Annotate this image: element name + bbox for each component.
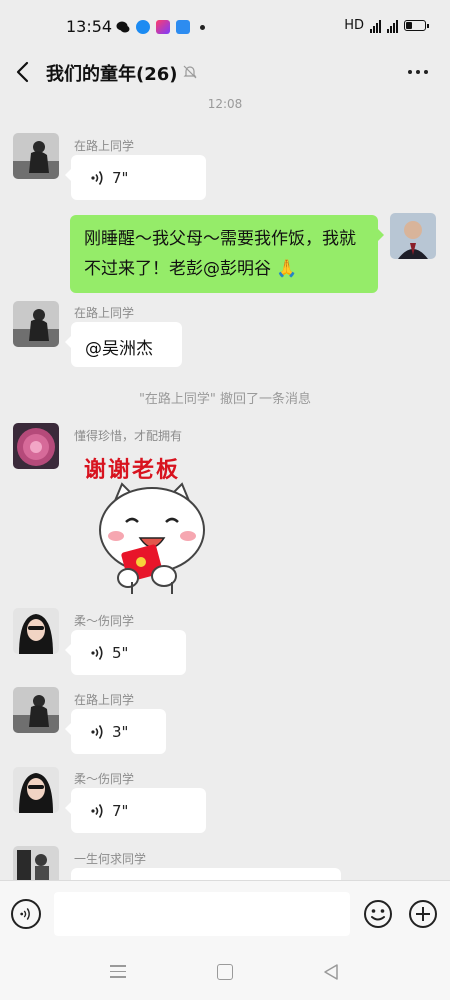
voice-wave-icon <box>91 645 103 660</box>
voice-message-bubble[interactable]: 5" <box>65 630 186 675</box>
chat-title: 我们的童年(26) <box>46 64 178 85</box>
voice-duration: 3" <box>112 722 129 741</box>
cloud-app-icon <box>176 20 190 34</box>
sender-name: 在路上同学 <box>74 306 135 320</box>
notification-icons <box>116 20 205 34</box>
sender-name: 在路上同学 <box>74 139 135 153</box>
hd-label: HD <box>344 18 364 33</box>
input-bar <box>0 880 450 946</box>
avatar[interactable] <box>13 301 59 347</box>
sender-name: 懂得珍惜，才配拥有 <box>74 429 183 443</box>
sender-name: 一生何求同学 <box>74 852 147 866</box>
status-bar: 13:54 HD <box>0 0 450 56</box>
signal-icon-2 <box>387 19 398 33</box>
status-indicators: HD <box>344 18 429 33</box>
sender-name: 柔～伤同学 <box>74 772 135 786</box>
sender-name: 柔～伤同学 <box>74 614 135 628</box>
status-time: 13:54 <box>66 17 113 36</box>
message-text: @吴洲杰 <box>85 339 153 359</box>
voice-duration: 7" <box>112 168 129 187</box>
emoji-button-icon[interactable] <box>363 899 393 929</box>
browser-icon <box>136 20 150 34</box>
wechat-icon <box>116 21 130 33</box>
voice-duration: 7" <box>112 801 129 820</box>
more-functions-plus-icon[interactable] <box>408 899 438 929</box>
voice-message-bubble[interactable]: 7" <box>65 155 206 200</box>
avatar[interactable] <box>13 133 59 179</box>
voice-duration: 5" <box>112 643 129 662</box>
message-input[interactable] <box>54 892 350 936</box>
more-notifications-icon <box>200 24 205 30</box>
voice-wave-icon <box>20 908 30 920</box>
voice-message-bubble[interactable] <box>65 868 341 894</box>
more-options-icon[interactable] <box>408 70 428 74</box>
voice-wave-icon <box>91 803 103 818</box>
voice-wave-icon <box>91 724 103 739</box>
sticker[interactable]: 谢谢老板 <box>78 448 218 598</box>
my-avatar[interactable] <box>390 213 436 259</box>
avatar[interactable] <box>13 423 59 469</box>
text-message-bubble[interactable]: @吴洲杰 <box>65 322 182 367</box>
avatar[interactable] <box>13 767 59 813</box>
avatar[interactable] <box>13 687 59 733</box>
outgoing-message-bubble[interactable]: 刚睡醒～我父母～需要我作饭，我就不过来了！老彭@彭明谷 🙏 <box>70 215 384 293</box>
voice-message-bubble[interactable]: 3" <box>65 709 166 754</box>
voice-message-bubble[interactable]: 7" <box>65 788 206 833</box>
avatar[interactable] <box>13 846 59 880</box>
battery-icon <box>404 20 429 31</box>
avatar[interactable] <box>13 608 59 654</box>
voice-wave-icon <box>91 170 103 185</box>
back-arrow-icon[interactable] <box>12 59 34 85</box>
menu-nav-icon[interactable] <box>110 965 126 982</box>
signal-icon-1 <box>370 19 381 33</box>
system-nav-bar <box>0 946 450 1000</box>
sender-name: 在路上同学 <box>74 693 135 707</box>
message-timestamp: 12:08 <box>207 97 243 111</box>
mute-bell-icon <box>183 65 197 79</box>
message-text: 刚睡醒～我父母～需要我作饭，我就不过来了！老彭@彭明谷 🙏 <box>84 229 356 279</box>
voice-input-toggle[interactable] <box>11 899 41 929</box>
recall-notice: "在路上同学" 撤回了一条消息 <box>138 392 312 407</box>
video-app-icon <box>156 20 170 34</box>
cat-sticker-icon <box>99 482 205 594</box>
home-nav-icon[interactable] <box>217 964 233 980</box>
back-nav-icon[interactable] <box>322 963 340 981</box>
chat-header: 我们的童年(26) <box>0 56 450 90</box>
